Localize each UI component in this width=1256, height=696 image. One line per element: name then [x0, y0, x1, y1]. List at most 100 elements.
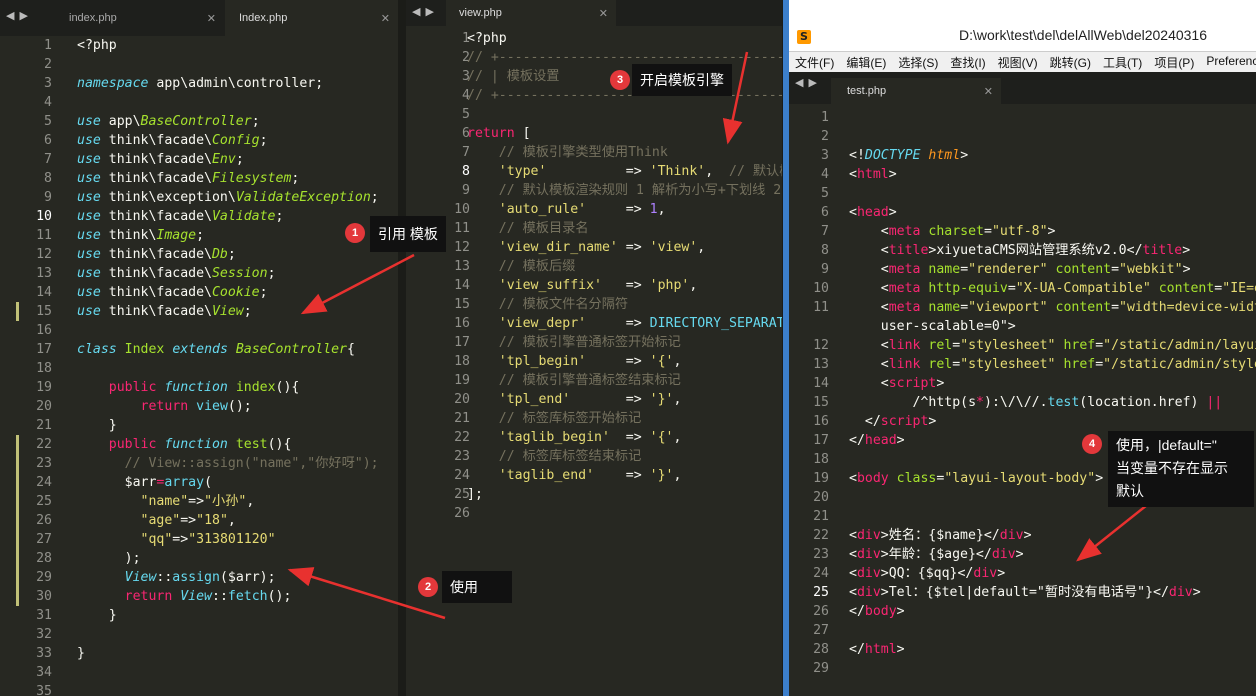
code-token: <: [849, 471, 857, 486]
menu-item[interactable]: 文件(F): [789, 52, 840, 72]
code-token: name: [928, 300, 961, 315]
code-line: <title>xiyuetaCMS网站管理系统v2.0</title>: [849, 241, 1190, 260]
code-line: 'view_depr' => DIRECTORY_SEPARATOR,: [467, 314, 782, 333]
line-number: 27: [36, 532, 52, 547]
code-token: // | 模板设置: [467, 69, 560, 84]
code-line: // 模板引擎类型使用Think: [467, 143, 668, 162]
code-token: "name": [140, 494, 189, 509]
code-line: 'view_dir_name' => 'view',: [467, 238, 705, 257]
code-token: ,: [657, 202, 666, 217]
code-token: Session: [211, 266, 268, 281]
close-icon[interactable]: ✕: [984, 85, 993, 98]
menu-item[interactable]: 跳转(G): [1044, 52, 1097, 72]
code-token: 'view_depr': [498, 316, 587, 331]
code-token: '{': [649, 430, 674, 445]
line-number: 14: [36, 285, 52, 300]
code-line: }: [77, 416, 117, 435]
code-token: class: [77, 342, 117, 357]
code-line: use think\exception\ValidateException;: [77, 188, 379, 207]
badge-3: 3: [610, 70, 630, 90]
close-icon[interactable]: ✕: [599, 7, 608, 20]
code-token: ,: [673, 354, 682, 369]
menu-item[interactable]: 编辑(E): [840, 52, 892, 72]
line-number: 12: [813, 338, 829, 353]
code-token: '{': [649, 354, 674, 369]
line-number: 9: [821, 262, 829, 277]
code-line: // 模板后缀: [467, 257, 576, 276]
code-token: div: [999, 528, 1024, 543]
code-token: "webkit": [1119, 262, 1183, 277]
line-number: 4: [462, 88, 470, 103]
line-number: 29: [813, 661, 829, 676]
code-token: "width=device-width, initial-scale=1, ma…: [1119, 300, 1256, 315]
code-line: 'tpl_begin' => '{',: [467, 352, 682, 371]
tab-view[interactable]: view.php ✕: [446, 0, 616, 26]
line-number: 29: [36, 570, 52, 585]
code-token: =>: [609, 430, 650, 445]
code-token: ::: [156, 570, 173, 585]
menu-bar: 文件(F) 编辑(E) 选择(S) 查找(I) 视图(V) 跳转(G) 工具(T) 项目(P)…: [789, 52, 1256, 72]
menu-item[interactable]: 项目(P): [1148, 52, 1200, 72]
line-number: 14: [454, 278, 470, 293]
line-number: 16: [813, 414, 829, 429]
code-token: html: [856, 167, 889, 182]
code-line: // 标签库标签开始标记: [467, 409, 642, 428]
tab-nav-arrows-icon[interactable]: ◀▶: [795, 76, 822, 89]
code-token: >: [896, 642, 905, 657]
tab-test[interactable]: test.php ✕: [831, 78, 1001, 104]
code-token: =: [952, 338, 961, 353]
code-token: <: [849, 528, 857, 543]
close-icon[interactable]: ✕: [381, 12, 390, 25]
code-line: }: [77, 606, 117, 625]
line-number: 25: [813, 585, 829, 600]
code-token: href: [1063, 357, 1096, 372]
code-line: 'tpl_end' => '}',: [467, 390, 682, 409]
tab-index-lower[interactable]: index.php ✕: [52, 0, 224, 36]
code-token: "小孙": [204, 494, 247, 509]
code-token: 'view_suffix': [498, 278, 602, 293]
line-number: 5: [821, 186, 829, 201]
code-token: test: [235, 437, 268, 452]
menu-item[interactable]: 查找(I): [944, 52, 991, 72]
tab-nav-arrows-icon[interactable]: ◀▶: [412, 5, 439, 18]
code-token: title: [888, 243, 929, 258]
code-token: ):\/\//.: [984, 395, 1048, 410]
code-token: div: [856, 547, 881, 562]
line-number: 24: [36, 475, 52, 490]
code-token: "/static/admin/style/admin.css": [1103, 357, 1256, 372]
code-token: <: [849, 205, 857, 220]
line-number: 7: [44, 152, 52, 167]
menu-item[interactable]: 视图(V): [992, 52, 1044, 72]
code-token: ;: [291, 171, 300, 186]
code-token: function: [164, 437, 228, 452]
menu-item[interactable]: Preferences: [1200, 52, 1256, 72]
code-token: div: [991, 547, 1016, 562]
menu-item[interactable]: 选择(S): [892, 52, 944, 72]
code-token: Index: [124, 342, 165, 357]
code-token: <: [849, 376, 889, 391]
close-icon[interactable]: ✕: [207, 12, 216, 25]
code-token: ,: [689, 278, 698, 293]
tab-nav-arrows-icon[interactable]: ◀▶: [6, 9, 33, 22]
line-number: 26: [813, 604, 829, 619]
code-token: <!: [849, 148, 865, 163]
line-number: 13: [36, 266, 52, 281]
line-number: 4: [44, 95, 52, 110]
code-token: =: [960, 262, 969, 277]
code-token: >: [1182, 243, 1191, 258]
line-number: 1: [821, 110, 829, 125]
code-token: return: [140, 399, 189, 414]
code-token: /^http(s: [849, 395, 977, 410]
code-token: html: [928, 148, 961, 163]
line-number: 14: [813, 376, 829, 391]
code-token: use: [77, 266, 101, 281]
menu-item[interactable]: 工具(T): [1097, 52, 1148, 72]
code-line: <body class="layui-layout-body">: [849, 469, 1103, 488]
tab-index-upper[interactable]: Index.php ✕: [225, 0, 398, 36]
code-token: "utf-8": [991, 224, 1048, 239]
code-token: DIRECTORY_SEPARATOR: [649, 316, 782, 331]
